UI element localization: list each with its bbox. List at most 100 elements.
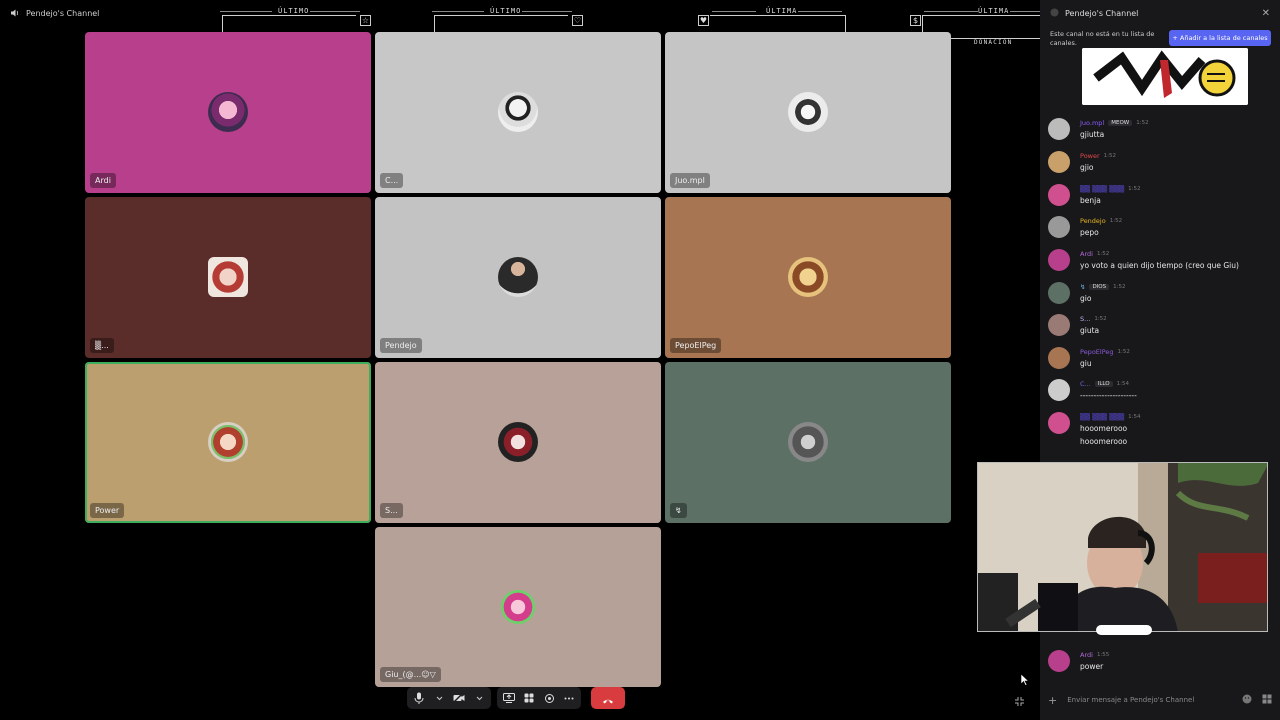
user-avatar[interactable]	[1048, 412, 1070, 434]
activities-icon[interactable]	[523, 692, 535, 704]
overlay-label-top: ÚLTIMO	[278, 7, 310, 15]
user-avatar[interactable]	[1048, 151, 1070, 173]
participant-avatar	[498, 92, 538, 132]
chat-message: Ardi 1:55 power	[1048, 648, 1273, 676]
message-timestamp: 1:52	[1109, 218, 1123, 224]
mouse-cursor-icon	[1020, 671, 1030, 686]
participant-avatar	[498, 257, 538, 297]
message-author[interactable]: Ardi	[1080, 651, 1093, 659]
chat-message: Pendejo 1:52 pepo	[1048, 214, 1273, 242]
more-options-icon[interactable]	[563, 692, 575, 704]
microphone-icon[interactable]	[413, 692, 425, 704]
message-author[interactable]: C...	[1080, 380, 1091, 388]
apps-icon[interactable]	[1262, 694, 1272, 706]
channel-title: Pendejo's Channel	[26, 8, 100, 18]
hang-up-icon	[602, 689, 614, 708]
user-avatar[interactable]	[1048, 118, 1070, 140]
user-avatar[interactable]	[1048, 314, 1070, 336]
add-channel-button[interactable]: + Añadir a la lista de canales	[1169, 30, 1271, 46]
participant-name: S...	[380, 503, 403, 518]
chat-message: ↯ DIOS 1:52 gio	[1048, 280, 1273, 308]
participant-name: ↯	[670, 503, 687, 518]
message-author[interactable]: PepoElPeg	[1080, 348, 1114, 356]
overlay-badge	[1096, 625, 1152, 635]
chat-message: S... 1:52 giuta	[1048, 312, 1273, 340]
participant-tile[interactable]: C...	[375, 32, 661, 193]
plus-icon[interactable]: +	[1048, 694, 1057, 707]
chat-input-bar: + Enviar mensaje a Pendejo's Channel	[1048, 690, 1272, 710]
participant-name: Ardi	[90, 173, 116, 188]
message-text: ---------------------	[1080, 391, 1137, 400]
webcam-overlay	[977, 462, 1268, 632]
activity-controls	[497, 687, 581, 709]
message-text: hooomerooo	[1080, 437, 1128, 446]
emoji-icon[interactable]	[1242, 694, 1252, 706]
participant-tile[interactable]: S...	[375, 362, 661, 523]
chat-message: Juo.mpl MEOW 1:52 gjiutta	[1048, 116, 1273, 144]
participant-tile[interactable]: Ardi	[85, 32, 371, 193]
user-avatar[interactable]	[1048, 650, 1070, 672]
message-author[interactable]: Pendejo	[1080, 217, 1106, 225]
user-avatar[interactable]	[1048, 347, 1070, 369]
soundboard-icon[interactable]	[543, 692, 555, 704]
close-icon[interactable]: ✕	[1262, 8, 1270, 19]
participant-tile[interactable]: Pendejo	[375, 197, 661, 358]
message-timestamp: 1:52	[1096, 251, 1110, 257]
participant-tile[interactable]: ↯	[665, 362, 951, 523]
message-text: gio	[1080, 294, 1092, 303]
message-text: gjio	[1080, 163, 1094, 172]
user-avatar[interactable]	[1048, 379, 1070, 401]
participant-avatar	[498, 422, 538, 462]
message-text: power	[1080, 662, 1104, 671]
heart-icon: ♥	[698, 15, 709, 26]
message-input[interactable]: Enviar mensaje a Pendejo's Channel	[1067, 696, 1232, 704]
participant-tile[interactable]: Giu_(@...☺▽	[375, 527, 661, 687]
exit-fullscreen-icon[interactable]	[1014, 692, 1025, 706]
chat-message: Power 1:52 gjio	[1048, 149, 1273, 177]
channel-icon	[1050, 8, 1059, 19]
chat-message: ▒▒ ▒▒▒ ▒▒▒ 1:52 benja	[1048, 182, 1273, 210]
message-timestamp: 1:52	[1094, 316, 1107, 322]
participant-avatar	[208, 257, 248, 297]
chevron-down-icon[interactable]	[473, 692, 485, 704]
participant-name: PepoElPeg	[670, 338, 722, 353]
message-timestamp: 1:52	[1128, 186, 1141, 192]
message-timestamp: 1:55	[1096, 652, 1110, 658]
speaker-icon	[10, 8, 20, 18]
user-avatar[interactable]	[1048, 184, 1070, 206]
message-author[interactable]: ▒▒ ▒▒▒ ▒▒▒	[1080, 185, 1124, 193]
message-author[interactable]: Juo.mpl	[1080, 119, 1104, 127]
chat-title: Pendejo's Channel	[1065, 8, 1139, 18]
channel-title-bar: Pendejo's Channel	[10, 6, 99, 20]
message-author[interactable]: Power	[1080, 152, 1100, 160]
participant-tile[interactable]: Juo.mpl	[665, 32, 951, 193]
screen-share-icon[interactable]	[503, 692, 515, 704]
participant-tile[interactable]: PepoElPeg	[665, 197, 951, 358]
user-avatar[interactable]	[1048, 249, 1070, 271]
message-text: benja	[1080, 196, 1101, 205]
chat-message: Ardi 1:52 yo voto a quien dijo tiempo (cr…	[1048, 247, 1273, 275]
participant-avatar	[788, 92, 828, 132]
message-author[interactable]: ▒▒ ▒▒▒ ▒▒▒	[1080, 413, 1124, 421]
participant-tile[interactable]: ▒...	[85, 197, 371, 358]
participant-name: Giu_(@...☺▽	[380, 667, 441, 682]
disconnect-button[interactable]	[591, 687, 625, 709]
camera-off-icon[interactable]	[453, 692, 465, 704]
heart-outline-icon: ♡	[572, 15, 583, 26]
message-timestamp: 1:52	[1136, 120, 1149, 126]
message-author[interactable]: Ardi	[1080, 250, 1093, 258]
user-avatar[interactable]	[1048, 216, 1070, 238]
overlay-label-sub: DONACIÓN	[974, 39, 1013, 46]
participant-avatar	[208, 422, 248, 462]
message-author[interactable]: S...	[1080, 315, 1090, 323]
participant-name: Pendejo	[380, 338, 422, 353]
participant-tile-active[interactable]: Power	[85, 362, 371, 523]
chat-message: ▒▒ ▒▒▒ ▒▒▒ 1:54 hooomerooo hooomerooo	[1048, 410, 1273, 450]
user-badge: DIOS	[1089, 284, 1110, 290]
emote-image	[1082, 48, 1248, 105]
message-text: yo voto a quien dijo tiempo (creo que Gi…	[1080, 261, 1239, 270]
message-author[interactable]: ↯	[1080, 283, 1085, 291]
chevron-down-icon[interactable]	[433, 692, 445, 704]
user-avatar[interactable]	[1048, 282, 1070, 304]
participant-name: Power	[90, 503, 125, 518]
